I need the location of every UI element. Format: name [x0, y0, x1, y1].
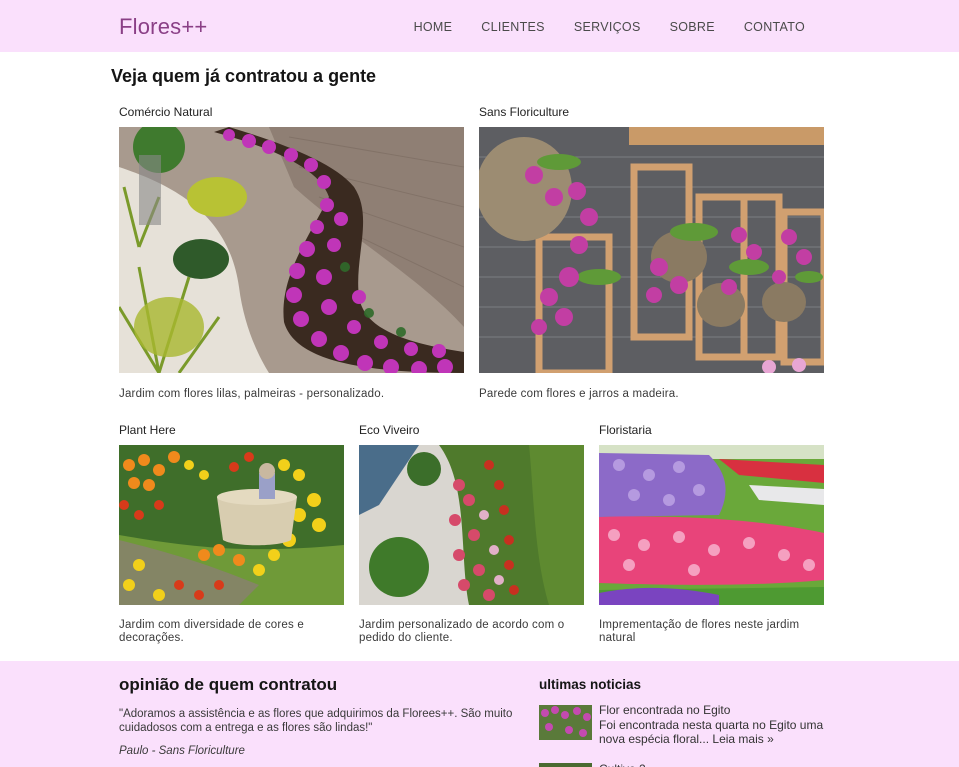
nav-home[interactable]: HOME	[414, 20, 453, 34]
footer-section: opinião de quem contratou "Adoramos a as…	[0, 661, 959, 767]
nav-servicos[interactable]: SERVIÇOS	[574, 20, 641, 34]
news-item-2-headline[interactable]: Cultivo 2	[599, 762, 646, 767]
client-photo-eco-viveiro	[359, 445, 584, 605]
nav-clientes[interactable]: CLIENTES	[481, 20, 545, 34]
news-thumb-2[interactable]	[539, 763, 592, 767]
client-card-title-floristaria: Floristaria	[599, 423, 652, 437]
main-nav: HOME CLIENTES SERVIÇOS SOBRE CONTATO	[414, 20, 805, 34]
client-photo-comercio-natural	[119, 127, 464, 373]
clients-section-title: Veja quem já contratou a gente	[111, 66, 377, 86]
client-photo-plant-here	[119, 445, 344, 605]
brand-logo[interactable]: Flores++	[119, 14, 207, 40]
testimonial-author: Paulo - Sans Floriculture	[119, 745, 245, 757]
top-navbar: Flores++ HOME CLIENTES SERVIÇOS SOBRE CO…	[0, 0, 959, 52]
news-thumb-1[interactable]	[539, 705, 592, 740]
client-card-desc-floristaria: Imprementação de flores neste jardim nat…	[599, 619, 800, 644]
client-card-title-comercio-natural: Comércio Natural	[119, 105, 213, 119]
nav-contato[interactable]: CONTATO	[744, 20, 805, 34]
news-title: ultimas noticias	[539, 677, 642, 692]
client-photo-sans-floriculture	[479, 127, 824, 373]
news-item-1-summary[interactable]: Foi encontrada nesta quarta no Egito uma…	[599, 718, 829, 746]
client-card-desc-sans-floriculture: Parede com flores e jarros a madeira.	[479, 388, 679, 400]
client-card-desc-comercio-natural: Jardim com flores lilas, palmeiras - per…	[119, 388, 385, 400]
client-photo-floristaria	[599, 445, 824, 605]
nav-sobre[interactable]: SOBRE	[670, 20, 715, 34]
news-item-1-headline[interactable]: Flor encontrada no Egito	[599, 703, 730, 717]
client-card-desc-plant-here: Jardim com diversidade de cores e decora…	[119, 619, 304, 644]
client-card-title-eco-viveiro: Eco Viveiro	[359, 423, 420, 437]
testimonial-title: opinião de quem contratou	[119, 675, 338, 694]
client-card-title-sans-floriculture: Sans Floriculture	[479, 105, 570, 119]
client-card-title-plant-here: Plant Here	[119, 423, 176, 437]
testimonial-quote: "Adoramos a assistência e as flores que …	[119, 708, 513, 734]
client-card-desc-eco-viveiro: Jardim personalizado de acordo com o ped…	[359, 619, 565, 644]
